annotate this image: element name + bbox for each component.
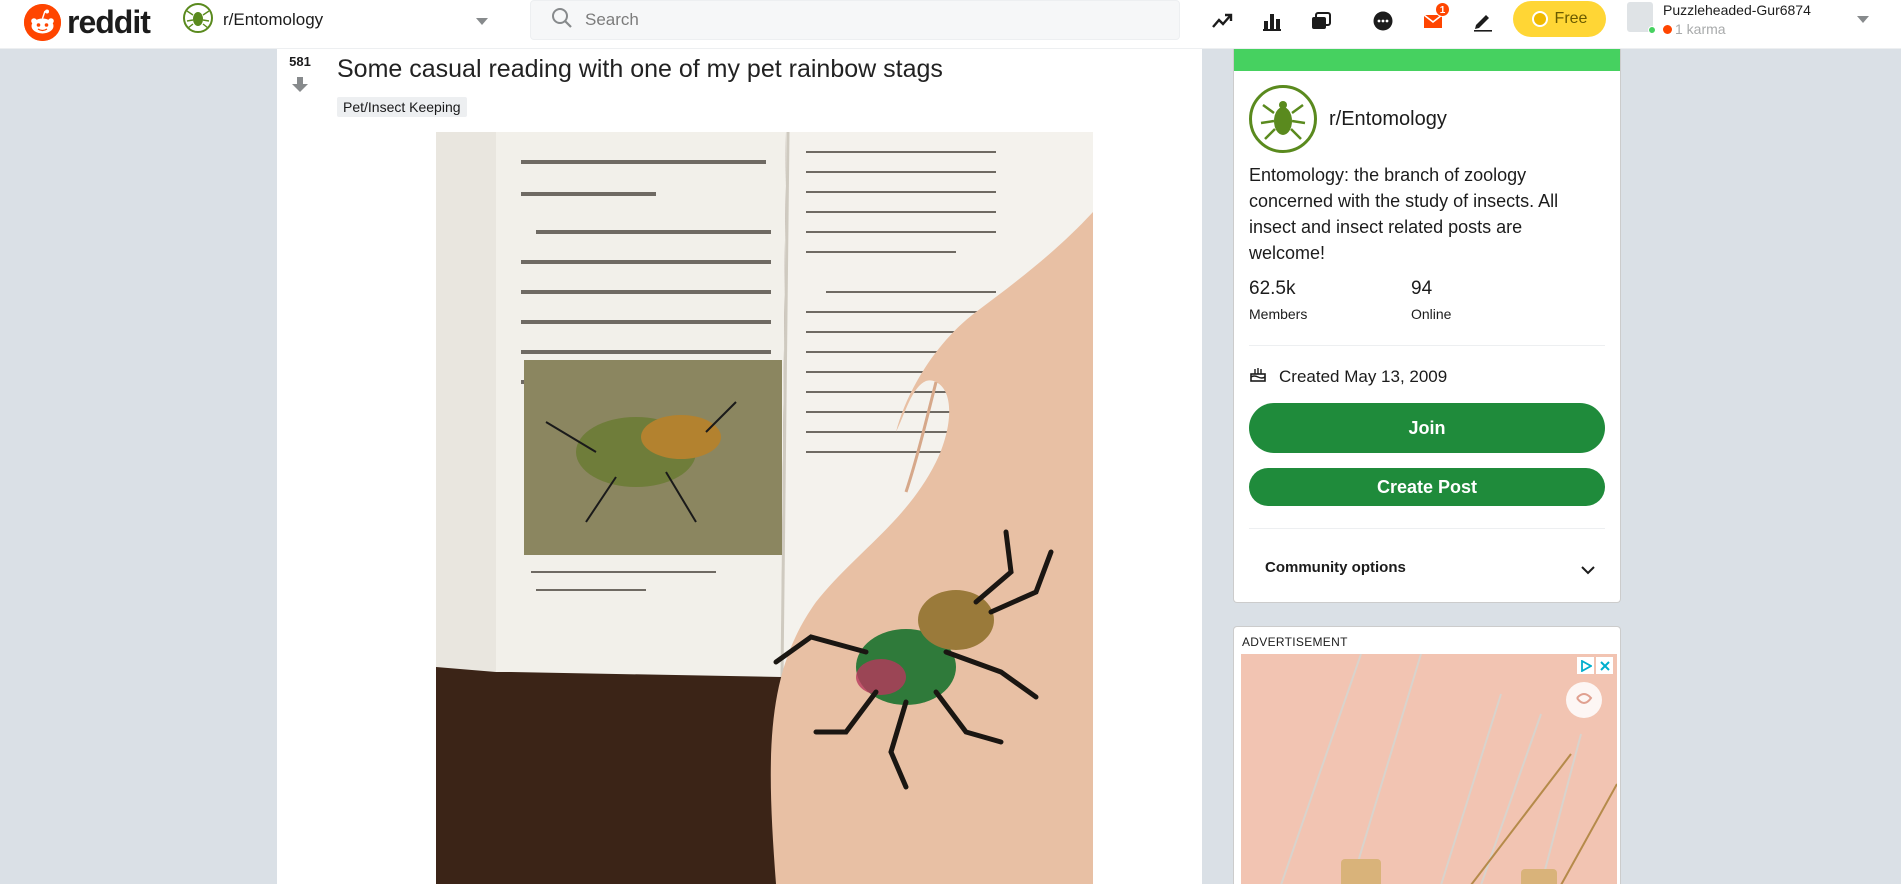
divider <box>1249 528 1605 529</box>
karma-icon <box>1663 25 1672 34</box>
snoo-icon <box>24 4 61 41</box>
reddit-wordmark: reddit <box>67 4 151 40</box>
created-label: Created May 13, 2009 <box>1279 366 1448 386</box>
about-banner <box>1234 49 1620 71</box>
join-button[interactable]: Join <box>1249 403 1605 453</box>
inbox-icon[interactable]: 1 <box>1418 2 1450 36</box>
video-feed-icon[interactable] <box>1307 6 1337 36</box>
ad-label: ADVERTISEMENT <box>1242 635 1348 649</box>
create-post-pencil-icon[interactable] <box>1468 6 1498 36</box>
search-bar[interactable] <box>530 0 1180 40</box>
coin-icon <box>1531 11 1548 27</box>
post-score: 581 <box>289 54 311 69</box>
chevron-down-icon <box>1856 12 1870 30</box>
community-switcher[interactable]: r/Entomology <box>183 2 497 38</box>
community-stats: 62.5k Members 94 Online <box>1249 278 1605 338</box>
chevron-down-icon <box>1581 562 1595 579</box>
entomology-community-icon <box>1249 85 1317 153</box>
community-switcher-label: r/Entomology <box>223 10 324 29</box>
chat-icon[interactable] <box>1368 6 1398 36</box>
members-count: 62.5k <box>1249 278 1296 299</box>
top-header: reddit r/Entomology 1 <box>0 0 1901 49</box>
downvote-icon[interactable] <box>277 74 323 94</box>
community-description: Entomology: the branch of zoology concer… <box>1249 165 1559 263</box>
community-header: r/Entomology <box>1249 85 1447 153</box>
popular-trending-icon[interactable] <box>1207 6 1237 36</box>
close-icon[interactable] <box>1596 657 1613 674</box>
online-status-icon <box>1648 26 1656 34</box>
advertisement-card: ADVERTISEMENT <box>1233 626 1621 884</box>
create-post-button[interactable]: Create Post <box>1249 468 1605 506</box>
premium-label: Free <box>1554 10 1588 27</box>
premium-button[interactable]: Free <box>1513 1 1606 37</box>
reddit-logo[interactable]: reddit <box>24 4 151 41</box>
karma-label: 1 karma <box>1675 21 1726 37</box>
vote-column: 581 <box>277 49 323 94</box>
ad-image[interactable] <box>1241 654 1617 884</box>
post-title[interactable]: Some casual reading with one of my pet r… <box>337 55 943 84</box>
all-stats-icon[interactable] <box>1257 6 1287 36</box>
members-label: Members <box>1249 306 1308 322</box>
username: Puzzleheaded-Gur6874 <box>1663 2 1811 18</box>
search-input[interactable] <box>585 10 1145 30</box>
community-name[interactable]: r/Entomology <box>1329 108 1447 131</box>
online-stat: 94 Online <box>1411 278 1451 322</box>
online-label: Online <box>1411 306 1452 322</box>
user-menu[interactable]: Puzzleheaded-Gur6874 1 karma <box>1627 2 1887 38</box>
adchoices-icon[interactable] <box>1577 657 1594 674</box>
about-community-card: r/Entomology Entomology: the branch of z… <box>1233 49 1621 603</box>
notification-badge: 1 <box>1435 2 1450 17</box>
divider <box>1249 345 1605 346</box>
chevron-down-icon <box>475 14 489 32</box>
community-options-toggle[interactable]: Community options <box>1265 559 1595 576</box>
karma-count: 1 karma <box>1663 21 1726 37</box>
post-image[interactable] <box>436 132 1093 884</box>
community-options-label: Community options <box>1265 559 1406 576</box>
members-stat: 62.5k Members <box>1249 278 1307 322</box>
search-icon <box>551 7 573 34</box>
post-flair[interactable]: Pet/Insect Keeping <box>337 97 467 117</box>
entomology-community-icon <box>183 2 213 38</box>
online-count: 94 <box>1411 278 1433 299</box>
ad-controls <box>1577 657 1613 674</box>
created-date: Created May 13, 2009 <box>1249 365 1447 388</box>
post-card: 581 Some casual reading with one of my p… <box>277 49 1202 884</box>
cake-icon <box>1249 365 1267 388</box>
